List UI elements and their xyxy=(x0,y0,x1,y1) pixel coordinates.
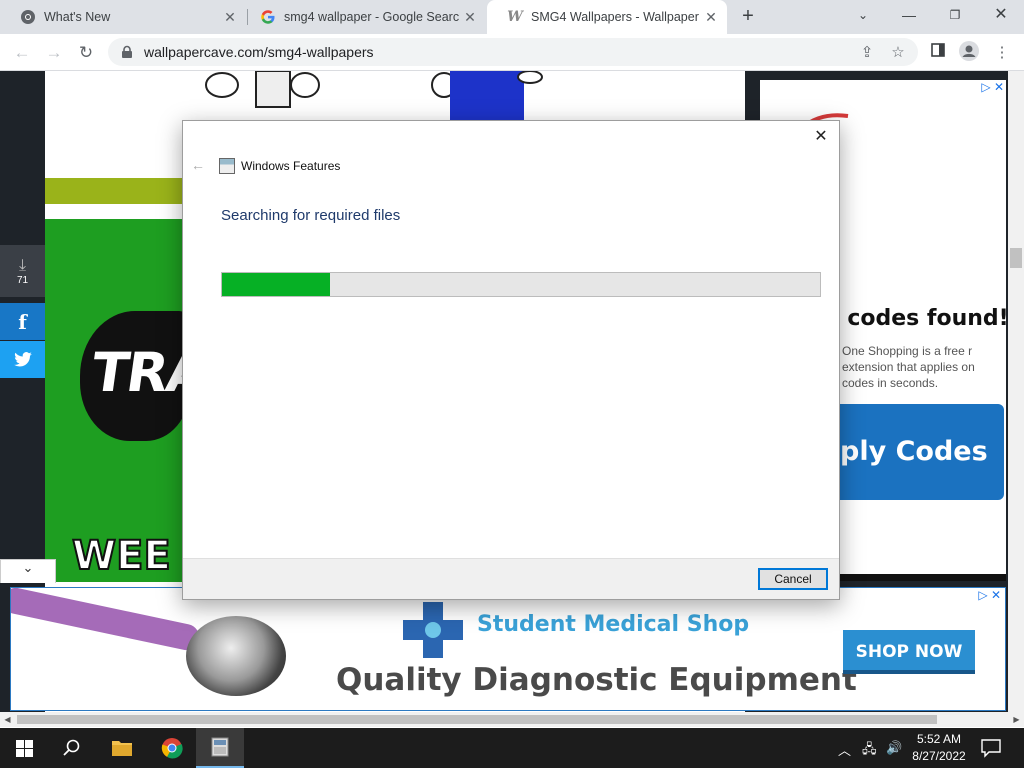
apply-codes-button[interactable]: ply Codes xyxy=(830,404,1004,500)
stethoscope-tube-image xyxy=(11,588,202,653)
reload-button[interactable]: ↻ xyxy=(74,41,98,65)
scrollbar-thumb[interactable] xyxy=(1010,248,1022,268)
horizontal-scrollbar[interactable]: ◀ ▶ xyxy=(0,712,1024,727)
profile-avatar-icon[interactable] xyxy=(957,41,981,65)
cancel-button[interactable]: Cancel xyxy=(758,568,828,590)
olive-stripe xyxy=(45,178,185,204)
forward-button[interactable]: → xyxy=(42,41,66,65)
ad-tagline: Quality Diagnostic Equipment xyxy=(336,662,857,698)
ad-description: One Shopping is a free r extension that … xyxy=(842,344,975,390)
taskbar-clock[interactable]: 5:52 AM 8/27/2022 xyxy=(904,731,974,765)
share-icon[interactable]: ⇪ xyxy=(855,41,879,65)
tab-whats-new[interactable]: What's New ✕ xyxy=(0,0,246,34)
character-blue-image xyxy=(431,71,543,121)
wallpaper-art-text: WEE xyxy=(71,532,172,580)
back-arrow-icon[interactable]: ← xyxy=(191,157,205,173)
windows-features-dialog: ✕ ← Windows Features Searching for requi… xyxy=(182,120,840,600)
tab-strip: What's New ✕ smg4 wallpaper - Google Sea… xyxy=(0,0,1024,34)
chrome-icon[interactable] xyxy=(148,728,196,768)
tab-title: smg4 wallpaper - Google Search xyxy=(284,10,460,24)
windows-features-taskbar-icon[interactable] xyxy=(196,728,244,768)
search-icon[interactable] xyxy=(48,728,96,768)
close-tab-icon[interactable]: ✕ xyxy=(460,9,480,26)
tab-title: What's New xyxy=(44,10,111,24)
ad-choices-icon[interactable]: ▷ ✕ xyxy=(978,588,1001,602)
notification-center-icon[interactable] xyxy=(980,738,1002,758)
vertical-scrollbar[interactable] xyxy=(1008,71,1024,712)
download-icon: ⤓ xyxy=(18,256,27,274)
dialog-title: Windows Features xyxy=(241,159,341,173)
clock-time: 5:52 AM xyxy=(916,732,962,746)
progress-bar xyxy=(221,272,821,297)
back-button[interactable]: ← xyxy=(10,41,34,65)
lock-icon[interactable] xyxy=(120,45,134,59)
ad-headline: n codes found! xyxy=(824,306,1009,331)
address-bar[interactable]: wallpapercave.com/smg4-wallpapers xyxy=(108,38,918,66)
tab-google-search[interactable]: smg4 wallpaper - Google Search ✕ xyxy=(240,0,486,34)
menu-kebab-icon[interactable]: ⋮ xyxy=(990,41,1014,65)
browser-toolbar: ← → ↻ wallpapercave.com/smg4-wallpapers … xyxy=(0,34,1024,71)
progress-fill xyxy=(222,273,330,296)
tab-smg4-wallpapers[interactable]: W SMG4 Wallpapers - Wallpaper Cave ✕ xyxy=(487,0,727,34)
chevron-down-icon: ⌄ xyxy=(22,560,34,575)
tab-search-icon[interactable]: ⌄ xyxy=(840,0,886,34)
google-icon xyxy=(260,9,276,25)
download-count: 71 xyxy=(16,274,29,286)
ad-choices-icon[interactable]: ▷ ✕ xyxy=(981,80,1004,94)
collapse-ad-button[interactable]: ⌄ xyxy=(0,559,56,583)
scroll-right-icon[interactable]: ▶ xyxy=(1009,712,1024,727)
new-tab-button[interactable]: + xyxy=(737,5,759,27)
facebook-share-button[interactable]: f xyxy=(0,303,45,340)
url-text: wallpapercave.com/smg4-wallpapers xyxy=(144,44,374,60)
windows-taskbar: ︿ 🖧 🔊 5:52 AM 8/27/2022 xyxy=(0,728,1024,768)
show-hidden-icons-icon[interactable]: ︿ xyxy=(838,740,851,759)
scrollbar-thumb[interactable] xyxy=(17,715,937,724)
bottom-banner-ad[interactable]: Student Medical Shop Quality Diagnostic … xyxy=(10,587,1006,711)
bookmark-star-icon[interactable]: ☆ xyxy=(886,41,910,65)
shop-now-button[interactable]: SHOP NOW xyxy=(843,630,975,674)
twitter-share-button[interactable] xyxy=(0,341,45,378)
dialog-footer: Cancel xyxy=(183,558,839,599)
scroll-left-icon[interactable]: ◀ xyxy=(0,712,15,727)
character-gloves-image xyxy=(205,71,320,108)
minimize-button[interactable]: — xyxy=(886,0,932,34)
stethoscope-image xyxy=(186,616,286,696)
medical-cross-logo-icon xyxy=(403,602,463,658)
network-icon[interactable]: 🖧 xyxy=(862,740,877,762)
status-heading: Searching for required files xyxy=(221,207,401,224)
close-window-button[interactable]: ✕ xyxy=(978,0,1024,34)
download-button[interactable]: ⤓ 71 xyxy=(0,245,45,297)
twitter-bird-icon xyxy=(13,351,32,366)
clock-date: 8/27/2022 xyxy=(912,749,966,763)
chrome-icon xyxy=(20,9,36,25)
volume-icon[interactable]: 🔊 xyxy=(886,740,902,756)
side-panel-icon[interactable] xyxy=(926,41,950,65)
wallpapercave-icon: W xyxy=(507,9,523,25)
close-tab-icon[interactable]: ✕ xyxy=(701,9,721,26)
ad-brand-name: Student Medical Shop xyxy=(477,612,750,637)
facebook-icon: f xyxy=(18,309,27,334)
windows-start-icon[interactable] xyxy=(0,728,48,768)
tab-title: SMG4 Wallpapers - Wallpaper Cave xyxy=(531,10,701,24)
close-icon[interactable]: ✕ xyxy=(811,127,831,147)
file-explorer-icon[interactable] xyxy=(98,728,146,768)
windows-features-icon xyxy=(219,158,235,174)
restore-button[interactable]: ❐ xyxy=(932,0,978,34)
close-tab-icon[interactable]: ✕ xyxy=(220,9,240,26)
